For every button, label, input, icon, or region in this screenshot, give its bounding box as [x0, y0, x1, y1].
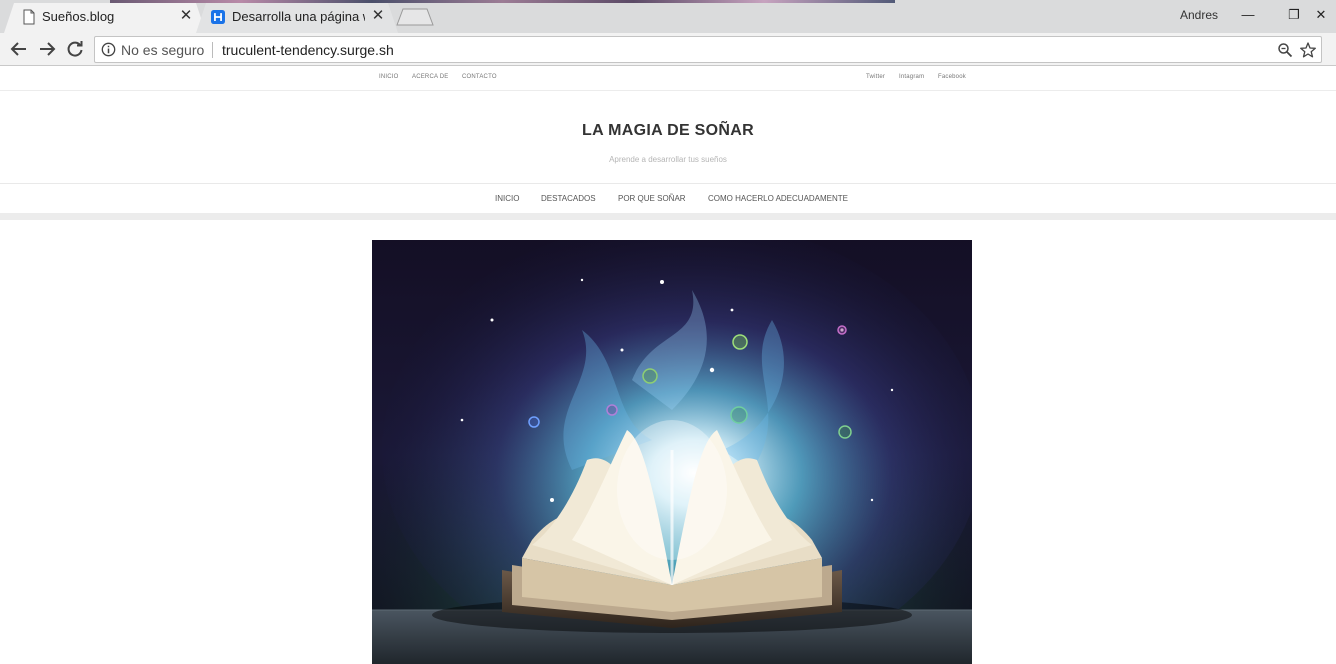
bookmark-star-icon[interactable] [1299, 41, 1317, 59]
divider [212, 42, 213, 58]
restore-icon[interactable]: ❐ [1279, 4, 1309, 26]
section-divider [0, 213, 1336, 220]
tab-title: Sueños.blog [42, 9, 115, 24]
tab-desarrolla[interactable]: Desarrolla una página we ✕ [196, 3, 398, 33]
web-page: Inicio Acerca de Contacto Twitter Intagr… [0, 67, 1336, 664]
tab-title: Desarrolla una página we [232, 9, 365, 24]
tab-close-icon[interactable]: ✕ [178, 8, 194, 24]
browser-toolbar: No es seguro truculent-tendency.surge.sh [0, 33, 1336, 66]
site-title[interactable]: LA MAGIA DE SOÑAR [0, 122, 1336, 140]
topbar-link-instagram[interactable]: Intagram [899, 74, 924, 80]
security-label: No es seguro [121, 42, 205, 58]
profile-name[interactable]: Andres [1180, 8, 1218, 22]
nav-item-destacados[interactable]: Destacados [541, 194, 596, 203]
h-logo-icon [211, 10, 225, 24]
url-text[interactable]: truculent-tendency.surge.sh [222, 42, 394, 58]
back-icon[interactable] [8, 38, 30, 60]
hero-image-magic-book [372, 240, 972, 664]
close-window-icon[interactable]: ✕ [1306, 4, 1336, 26]
topbar-link-contacto[interactable]: Contacto [462, 74, 497, 80]
forward-icon[interactable] [36, 38, 58, 60]
site-tagline: Aprende a desarrollar tus sueños [609, 155, 727, 164]
nav-item-por-que-sonar[interactable]: Por que soñar [618, 194, 686, 203]
nav-item-como-hacerlo[interactable]: Como hacerlo adecuadamente [708, 194, 848, 203]
topbar-link-twitter[interactable]: Twitter [866, 74, 885, 80]
info-icon[interactable] [101, 42, 116, 57]
tab-suenos-blog[interactable]: Sueños.blog ✕ [4, 3, 206, 33]
minimize-icon[interactable]: — [1233, 4, 1263, 26]
reload-icon[interactable] [64, 38, 86, 60]
main-navigation: Inicio Destacados Por que soñar Como hac… [0, 183, 1336, 213]
top-bar: Inicio Acerca de Contacto Twitter Intagr… [0, 67, 1336, 91]
address-bar[interactable]: No es seguro truculent-tendency.surge.sh [94, 36, 1322, 63]
tab-close-icon[interactable]: ✕ [370, 8, 386, 24]
new-tab-button[interactable] [396, 8, 434, 26]
zoom-icon[interactable] [1277, 42, 1293, 58]
topbar-link-inicio[interactable]: Inicio [379, 74, 399, 80]
nav-item-inicio[interactable]: Inicio [495, 194, 519, 203]
topbar-link-facebook[interactable]: Facebook [938, 74, 966, 80]
topbar-link-acerca[interactable]: Acerca de [412, 74, 448, 80]
browser-titlebar: Sueños.blog ✕ Desarrolla una página we ✕… [0, 0, 1336, 33]
page-icon [23, 9, 35, 25]
